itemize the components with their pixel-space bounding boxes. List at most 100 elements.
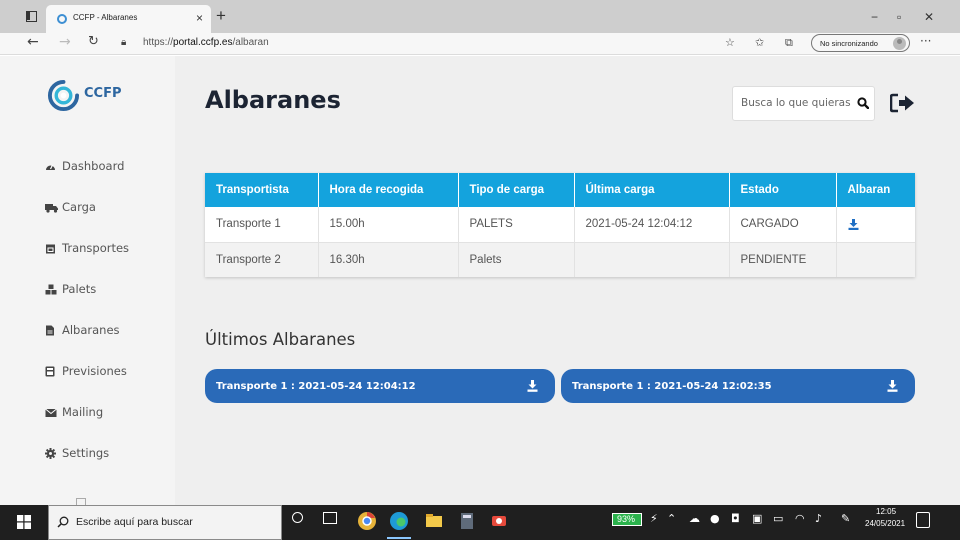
url-prefix: https:// [143, 37, 174, 48]
search-input[interactable] [741, 97, 851, 109]
favicon-icon [57, 14, 67, 24]
column-header[interactable]: Albaran [836, 173, 915, 207]
window-close-button[interactable]: ✕ [924, 10, 934, 24]
calculator-icon [45, 366, 56, 377]
task-view-icon[interactable] [323, 512, 337, 524]
column-header[interactable]: Estado [729, 173, 837, 207]
onedrive-icon[interactable]: ☁︎ [689, 512, 700, 525]
pen-icon[interactable]: ✎ [841, 512, 850, 525]
cell-estado: CARGADO [729, 207, 837, 243]
forward-icon[interactable]: → [59, 34, 71, 50]
logout-icon[interactable] [890, 93, 916, 113]
clock-date[interactable]: 24/05/2021 [865, 519, 905, 528]
clock-time[interactable]: 12:05 [876, 507, 896, 516]
calendar-icon [45, 243, 56, 254]
sidebar-item-label: Palets [62, 282, 97, 296]
wifi-icon[interactable]: ◠ [795, 512, 805, 525]
battery-indicator[interactable]: 93% [612, 513, 642, 526]
albaran-card[interactable]: Transporte 1 : 2021-05-24 12:04:12 [205, 369, 555, 403]
albaran-card-label: Transporte 1 : 2021-05-24 12:04:12 [216, 380, 416, 392]
edge-icon[interactable] [387, 511, 411, 539]
gear-icon [45, 447, 56, 459]
search-icon[interactable] [857, 97, 869, 109]
search-box[interactable] [732, 86, 875, 121]
cell-estado: PENDIENTE [729, 242, 837, 277]
back-icon[interactable]: ← [27, 34, 39, 50]
sidebar-item-label: Albaranes [62, 323, 120, 337]
display-icon[interactable]: ▣ [752, 512, 762, 525]
cell-ultima [574, 242, 730, 277]
sidebar-item-carga[interactable]: Carga [45, 197, 96, 217]
envelope-icon [45, 407, 57, 418]
sidebar-item-previsiones[interactable]: Previsiones [45, 361, 127, 381]
cortana-icon[interactable] [292, 512, 303, 523]
cell-hora: 16.30h [318, 242, 459, 277]
lock-icon[interactable]: 🔒︎ [121, 37, 126, 48]
tab-close-icon[interactable]: × [196, 11, 203, 25]
document-icon [45, 325, 56, 336]
table-header-row: Transportista Hora de recogida Tipo de car… [205, 173, 915, 207]
more-menu-icon[interactable]: ··· [920, 34, 931, 48]
tray-app-icon[interactable]: ◘ [731, 512, 740, 525]
notifications-icon[interactable] [916, 512, 930, 528]
download-icon[interactable] [848, 218, 859, 230]
calculator-icon[interactable] [457, 511, 477, 533]
window-restore-button[interactable]: ▫ [897, 10, 901, 24]
tray-chevron-icon[interactable]: ⌃ [667, 512, 676, 525]
cell-transportista: Transporte 2 [205, 242, 319, 277]
sidebar-item-transportes[interactable]: Transportes [45, 238, 129, 258]
teams-icon[interactable] [489, 511, 509, 533]
table-row[interactable]: Transporte 1 15.00h PALETS 2021-05-24 12… [205, 207, 915, 243]
address-bar: ← → ↻ 🔒︎ https://portal.ccfp.es/albaran … [0, 33, 960, 55]
url-path: /albaran [232, 37, 269, 48]
sync-label: No sincronizando [820, 39, 878, 48]
collections-icon[interactable]: ⧉ [785, 36, 793, 50]
power-plug-icon[interactable]: ⚡︎ [650, 512, 658, 525]
column-header[interactable]: Transportista [205, 173, 319, 207]
column-header[interactable]: Hora de recogida [318, 173, 459, 207]
albaran-card[interactable]: Transporte 1 : 2021-05-24 12:02:35 [561, 369, 915, 403]
new-tab-button[interactable]: + [216, 6, 226, 26]
url-domain: portal.ccfp.es [173, 37, 233, 48]
battery-icon[interactable]: ▭ [773, 512, 783, 525]
sidebar-item-dashboard[interactable]: Dashboard [45, 156, 124, 176]
column-header[interactable]: Última carga [574, 173, 730, 207]
favorites-icon[interactable]: ✩ [755, 36, 764, 49]
favorite-star-icon[interactable]: ☆ [725, 36, 735, 49]
sidebar-item-label: Settings [62, 446, 110, 460]
cubes-icon [45, 284, 57, 295]
albaran-card-label: Transporte 1 : 2021-05-24 12:02:35 [572, 380, 772, 392]
volume-icon[interactable]: ♪ [815, 512, 822, 525]
search-icon [57, 516, 69, 528]
file-explorer-icon[interactable] [424, 511, 444, 533]
download-icon[interactable] [887, 380, 898, 392]
taskbar-search[interactable]: Escribe aquí para buscar [48, 505, 282, 540]
sidebar-item-label: Previsiones [62, 364, 127, 378]
download-icon[interactable] [527, 380, 538, 392]
window-minimize-button[interactable]: − [871, 10, 878, 24]
sidebar-item-palets[interactable]: Palets [45, 279, 96, 299]
browser-tab[interactable]: CCFP - Albaranes × [46, 5, 211, 33]
taskbar-search-text: Escribe aquí para buscar [76, 516, 193, 528]
truck-icon [45, 202, 58, 213]
ccfp-logo-icon[interactable] [47, 79, 80, 112]
microphone-icon[interactable]: ● [710, 512, 720, 525]
profile-sync-button[interactable]: No sincronizando [811, 34, 910, 52]
sidebar-item-albaranes[interactable]: Albaranes [45, 320, 120, 340]
windows-start-icon[interactable] [17, 515, 31, 529]
cell-tipo: PALETS [458, 207, 575, 243]
sidebar-item-label: Carga [62, 200, 96, 214]
cell-albaran [836, 207, 915, 243]
chrome-icon[interactable] [357, 511, 377, 533]
tab-actions-icon[interactable] [26, 11, 37, 22]
column-header[interactable]: Tipo de carga [458, 173, 575, 207]
sidebar-item-label: Transportes [62, 241, 130, 255]
tachometer-icon [45, 161, 56, 172]
sidebar-item-settings[interactable]: Settings [45, 443, 109, 463]
reload-icon[interactable]: ↻ [88, 34, 99, 49]
url-field[interactable]: https://portal.ccfp.es/albaran [143, 37, 269, 48]
table-row[interactable]: Transporte 2 16.30h Palets PENDIENTE [205, 242, 915, 277]
logo-text: CCFP [84, 86, 122, 101]
sidebar-item-label: Mailing [62, 405, 104, 419]
sidebar-item-mailing[interactable]: Mailing [45, 402, 103, 422]
